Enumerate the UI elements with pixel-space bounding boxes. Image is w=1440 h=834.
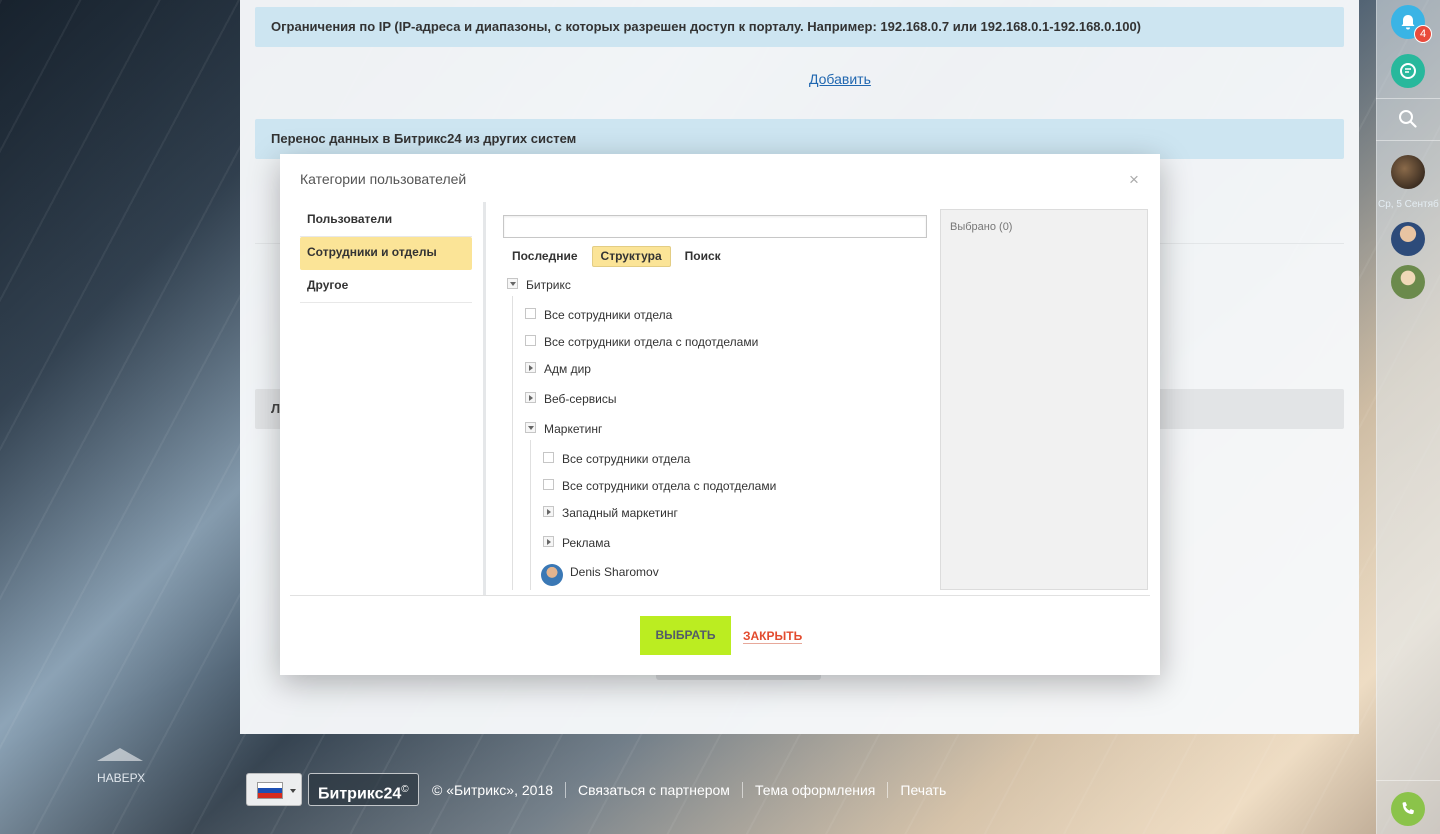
search-icon: [1399, 110, 1417, 128]
tree-node-label: Маркетинг: [544, 422, 603, 436]
arrow-up-icon: [97, 748, 143, 761]
tree-node-label: Все сотрудники отдела с подотделами: [544, 335, 759, 349]
theme-link[interactable]: Тема оформления: [741, 782, 887, 798]
tree-node-label: Западный маркетинг: [562, 506, 678, 520]
footer-divider: [290, 595, 1150, 596]
sidebar-search-button[interactable]: [1398, 109, 1418, 134]
tab-structure[interactable]: Структура: [591, 246, 671, 267]
checkbox[interactable]: [525, 335, 536, 346]
structure-tree: Битрикс Все сотрудники отдела Все сотруд…: [505, 276, 925, 590]
scroll-top-label: НАВЕРХ: [97, 771, 146, 785]
tree-node-label: Адм дир: [544, 362, 591, 376]
category-users[interactable]: Пользователи: [300, 204, 472, 237]
sidebar-separator: [1376, 780, 1440, 781]
tab-search[interactable]: Поиск: [677, 246, 729, 267]
sidebar-date-label: Ср, 5 Сентяб: [1378, 199, 1439, 210]
tree-node-label: Все сотрудники отдела с подотделами: [562, 479, 777, 493]
select-button[interactable]: ВЫБРАТЬ: [640, 616, 731, 655]
avatar: [541, 564, 563, 586]
logo-clock-icon: ©: [401, 784, 409, 795]
tree-node-label: Все сотрудники отдела: [544, 308, 673, 322]
tab-recent[interactable]: Последние: [504, 246, 586, 267]
close-icon[interactable]: ×: [1129, 170, 1139, 190]
footer-links: © «Битрикс», 2018 Связаться с партнером …: [432, 780, 958, 800]
chevron-down-icon: [290, 789, 296, 793]
copyright-text: © «Битрикс», 2018: [432, 782, 554, 798]
checkbox[interactable]: [543, 479, 554, 490]
recent-chat-avatar[interactable]: [1391, 265, 1425, 299]
tree-guide-line: [512, 296, 513, 590]
sidebar-separator: [1376, 140, 1440, 141]
user-categories-dialog: Категории пользователей × Пользователи С…: [280, 154, 1160, 675]
checkbox[interactable]: [543, 452, 554, 463]
chat-icon: [1400, 63, 1416, 79]
employee-name: Denis Sharomov: [570, 565, 659, 579]
language-selector[interactable]: [246, 773, 302, 806]
collapse-toggle-icon[interactable]: [507, 278, 518, 289]
ip-restrictions-header: Ограничения по IP (IP-адреса и диапазоны…: [255, 7, 1344, 47]
logo-text: Битрикс24: [318, 785, 402, 803]
tree-node-label: Все сотрудники отдела: [562, 452, 691, 466]
selected-count: Выбрано (0): [950, 221, 1013, 233]
bitrix24-logo[interactable]: Битрикс24©: [308, 773, 419, 806]
russian-flag-icon: [257, 782, 283, 799]
tree-node-label: Реклама: [562, 536, 611, 550]
scroll-to-top-button[interactable]: НАВЕРХ: [97, 748, 146, 785]
expand-toggle-icon[interactable]: [543, 536, 554, 547]
notifications-badge: 4: [1414, 25, 1432, 43]
data-migration-header: Перенос данных в Битрикс24 из других сис…: [255, 119, 1344, 159]
recent-chat-avatar[interactable]: [1391, 155, 1425, 189]
sidebar-separator: [1376, 98, 1440, 99]
category-list: Пользователи Сотрудники и отделы Другое: [300, 204, 472, 303]
tree-guide-line: [530, 440, 531, 590]
bell-icon: [1401, 15, 1415, 30]
category-employees-departments[interactable]: Сотрудники и отделы: [300, 237, 472, 270]
print-link[interactable]: Печать: [887, 782, 958, 798]
close-button[interactable]: ЗАКРЫТЬ: [743, 629, 803, 644]
add-ip-link[interactable]: Добавить: [809, 71, 871, 87]
tree-node-label: Битрикс: [526, 278, 571, 292]
expand-toggle-icon[interactable]: [525, 392, 536, 403]
expand-toggle-icon[interactable]: [525, 362, 536, 373]
dialog-title: Категории пользователей: [300, 171, 467, 187]
chat-button[interactable]: [1391, 54, 1425, 88]
phone-icon: [1402, 802, 1414, 815]
call-button[interactable]: [1391, 792, 1425, 826]
tab-bar: Последние Структура Поиск: [504, 246, 735, 267]
tree-node-label: Веб-сервисы: [544, 392, 617, 406]
checkbox[interactable]: [525, 308, 536, 319]
search-input[interactable]: [503, 215, 927, 238]
collapse-toggle-icon[interactable]: [525, 422, 536, 433]
expand-toggle-icon[interactable]: [543, 506, 554, 517]
panel-divider: [483, 202, 486, 595]
selected-items-panel: Выбрано (0): [940, 209, 1148, 590]
category-other[interactable]: Другое: [300, 270, 472, 303]
recent-chat-avatar[interactable]: [1391, 222, 1425, 256]
contact-partner-link[interactable]: Связаться с партнером: [565, 782, 742, 798]
